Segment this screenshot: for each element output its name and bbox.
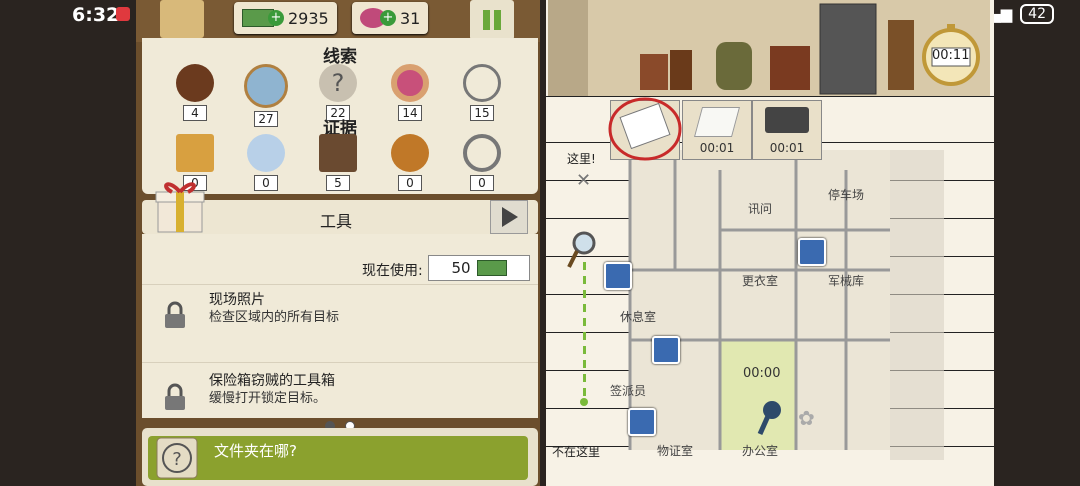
evidence-item[interactable]: 0 bbox=[388, 134, 432, 191]
lock-icon bbox=[165, 301, 185, 328]
cash-counter[interactable]: + 2935 bbox=[234, 2, 337, 34]
gem-value: 31 bbox=[400, 8, 421, 28]
not-here-label: 不在这里 bbox=[552, 445, 601, 459]
room-label-office: 办公室 bbox=[742, 444, 779, 458]
cube-icon[interactable] bbox=[798, 238, 826, 266]
pushpin-icon[interactable] bbox=[754, 398, 784, 438]
folder-icon[interactable] bbox=[160, 0, 204, 38]
keys-icon bbox=[463, 64, 501, 102]
notification-icon bbox=[116, 7, 130, 21]
office-timer: 00:00 bbox=[743, 366, 781, 381]
gear-icon: ✿ bbox=[798, 406, 815, 430]
tool-desc: 检查区域内的所有目标 bbox=[209, 310, 340, 325]
tools-title: 工具 bbox=[320, 212, 353, 231]
clue-item[interactable]: 14 bbox=[388, 64, 432, 121]
clue-item[interactable]: 4 bbox=[173, 64, 217, 121]
evidence-count: 0 bbox=[398, 175, 422, 191]
magnifier-icon bbox=[244, 64, 288, 108]
footprints-icon bbox=[176, 64, 214, 102]
selection-circle bbox=[608, 97, 682, 161]
evidence-count: 5 bbox=[326, 175, 350, 191]
tool-desc: 缓慢打开锁定目标。 bbox=[209, 391, 327, 406]
lock-icon bbox=[165, 383, 185, 410]
room-label-locker: 更衣室 bbox=[742, 274, 779, 288]
progress-track bbox=[583, 262, 586, 402]
evidence-item[interactable]: 0 bbox=[460, 134, 504, 191]
donut-icon bbox=[391, 64, 429, 102]
brass-knuckles-icon bbox=[463, 134, 501, 172]
gift-icon[interactable] bbox=[148, 176, 212, 236]
room-label-armory: 军械库 bbox=[828, 274, 865, 288]
svg-text:?: ? bbox=[172, 449, 182, 470]
divider bbox=[142, 284, 538, 285]
badge-icon bbox=[391, 134, 429, 172]
timer-text: 00:11 bbox=[932, 48, 970, 63]
progress-dot bbox=[580, 398, 588, 406]
cost-box: 50 bbox=[428, 255, 530, 281]
status-time: 6:32 bbox=[72, 4, 120, 26]
cross-icon: ✕ bbox=[576, 170, 592, 191]
question-icon: ? bbox=[319, 64, 357, 102]
clue-item[interactable]: ? 22 bbox=[316, 64, 360, 121]
magnifier-icon[interactable] bbox=[566, 230, 598, 270]
cube-icon[interactable] bbox=[604, 262, 632, 290]
now-using-label: 现在使用: bbox=[362, 263, 423, 279]
help-icon[interactable]: ? bbox=[155, 436, 199, 480]
cube-icon[interactable] bbox=[652, 336, 680, 364]
photo-icon bbox=[319, 134, 357, 172]
objective-banner[interactable] bbox=[148, 436, 528, 480]
next-arrow-button[interactable] bbox=[490, 200, 528, 234]
evidence-count: 0 bbox=[470, 175, 494, 191]
room-label-dispatcher: 签派员 bbox=[610, 384, 647, 398]
evidence-count: 0 bbox=[254, 175, 278, 191]
battery-indicator: 42 bbox=[1020, 4, 1054, 24]
typewriter-icon bbox=[765, 107, 809, 133]
cash-value: 2935 bbox=[288, 8, 329, 28]
room-label-evidence: 物证室 bbox=[657, 444, 694, 458]
add-cash-icon[interactable]: + bbox=[268, 10, 284, 26]
cash-icon bbox=[476, 260, 507, 276]
evidence-item[interactable]: 0 bbox=[244, 134, 288, 191]
divider bbox=[142, 362, 538, 363]
pause-button[interactable] bbox=[470, 0, 514, 40]
room-label-lounge: 休息室 bbox=[620, 310, 657, 324]
map-icon bbox=[176, 134, 214, 172]
fingerprint-icon bbox=[247, 134, 285, 172]
card-time: 00:01 bbox=[769, 141, 805, 155]
case-card[interactable]: 00:01 bbox=[752, 100, 822, 160]
room-label-interrogation: 讯问 bbox=[748, 202, 773, 216]
evidence-item[interactable]: 5 bbox=[316, 134, 360, 191]
blank-paper-icon bbox=[693, 107, 741, 137]
card-time: 00:01 bbox=[699, 141, 735, 155]
gem-counter[interactable]: + 31 bbox=[352, 2, 429, 34]
objective-text: 文件夹在哪? bbox=[214, 442, 297, 460]
add-gem-icon[interactable]: + bbox=[380, 10, 396, 26]
room-label-parking: 停车场 bbox=[828, 188, 865, 202]
cost-value: 50 bbox=[451, 259, 471, 277]
cube-icon[interactable] bbox=[628, 408, 656, 436]
case-card[interactable]: 00:01 bbox=[682, 100, 752, 160]
here-label: 这里! bbox=[567, 152, 596, 166]
clue-item[interactable]: 15 bbox=[460, 64, 504, 121]
